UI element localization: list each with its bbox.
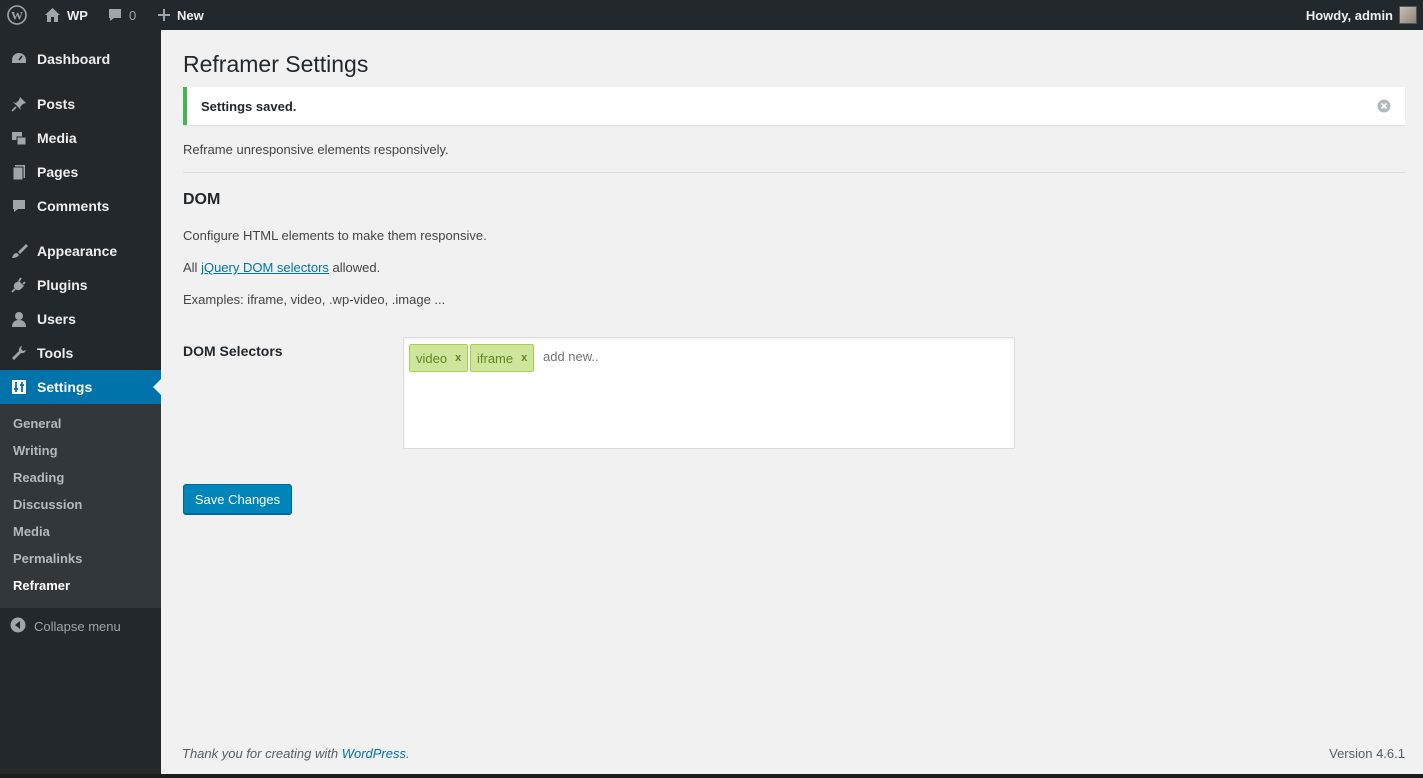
comments-count: 0 xyxy=(129,7,137,23)
menu-appearance[interactable]: Appearance xyxy=(0,234,161,268)
dom-selectors-label: DOM Selectors xyxy=(183,343,283,359)
submenu-permalinks[interactable]: Permalinks xyxy=(13,551,82,566)
dismiss-icon[interactable] xyxy=(1377,99,1391,113)
divider xyxy=(183,172,1405,173)
my-account-link[interactable]: Howdy, admin xyxy=(1306,0,1417,30)
site-name: WP xyxy=(67,7,88,23)
collapse-arrow-icon xyxy=(10,617,26,636)
submenu-media[interactable]: Media xyxy=(13,524,50,539)
plug-icon xyxy=(10,276,28,294)
admin-sidebar: Dashboard Posts Media Pages Comments App… xyxy=(0,30,161,778)
section-title: DOM xyxy=(183,191,221,208)
tag-iframe: iframe x xyxy=(470,344,535,372)
menu-pages[interactable]: Pages xyxy=(0,155,161,189)
submenu-general[interactable]: General xyxy=(13,416,61,431)
tag-remove-icon[interactable]: x xyxy=(455,352,461,364)
home-icon xyxy=(44,7,61,23)
submenu-reading[interactable]: Reading xyxy=(13,470,64,485)
settings-icon xyxy=(10,378,28,396)
media-icon xyxy=(10,129,28,147)
submenu-writing[interactable]: Writing xyxy=(13,443,58,458)
section-description: Configure HTML elements to make them res… xyxy=(183,228,487,243)
footer-thanks: Thank you for creating with WordPress. xyxy=(182,746,410,761)
menu-plugins[interactable]: Plugins xyxy=(0,268,161,302)
comments-link[interactable]: 0 xyxy=(107,0,136,30)
greeting: Howdy, admin xyxy=(1305,7,1393,23)
selectors-note: All jQuery DOM selectors allowed. xyxy=(183,260,381,275)
main-content: Reframer Settings Settings saved. Refram… xyxy=(161,30,1423,774)
plugin-description: Reframe unresponsive elements responsive… xyxy=(183,142,449,157)
menu-media[interactable]: Media xyxy=(0,121,161,155)
plus-icon xyxy=(157,8,171,22)
jquery-selectors-link[interactable]: jQuery DOM selectors xyxy=(201,260,329,275)
wordpress-logo-icon[interactable]: W xyxy=(7,0,27,30)
footer-version: Version 4.6.1 xyxy=(1329,746,1405,761)
submenu-discussion[interactable]: Discussion xyxy=(13,497,82,512)
notice-text: Settings saved. xyxy=(201,99,297,114)
tag-video: video x xyxy=(409,344,469,372)
site-name-link[interactable]: WP xyxy=(44,0,88,30)
menu-tools[interactable]: Tools xyxy=(0,336,161,370)
menu-users[interactable]: Users xyxy=(0,302,161,336)
page-title: Reframer Settings xyxy=(183,51,369,77)
wordpress-link[interactable]: WordPress xyxy=(342,746,406,761)
tag-remove-icon[interactable]: x xyxy=(521,352,527,364)
svg-text:W: W xyxy=(11,9,23,23)
save-changes-button[interactable]: Save Changes xyxy=(183,484,292,514)
menu-posts[interactable]: Posts xyxy=(0,87,161,121)
wrench-icon xyxy=(10,344,28,362)
examples-note: Examples: iframe, video, .wp-video, .ima… xyxy=(183,292,446,307)
menu-settings[interactable]: Settings xyxy=(0,370,161,404)
admin-bar: W WP 0 New Howdy, admin xyxy=(0,0,1423,30)
submenu-reframer[interactable]: Reframer xyxy=(13,578,70,593)
tag-label: iframe xyxy=(477,350,514,366)
tag-label: video xyxy=(416,350,448,366)
pages-icon xyxy=(10,163,28,181)
settings-submenu: General Writing Reading Discussion Media… xyxy=(0,404,161,608)
new-content-link[interactable]: New xyxy=(157,0,204,30)
new-label: New xyxy=(177,7,204,23)
collapse-menu-button[interactable]: Collapse menu xyxy=(10,617,121,636)
avatar xyxy=(1399,6,1417,24)
comment-icon xyxy=(10,197,28,215)
comment-bubble-icon xyxy=(107,7,123,23)
user-icon xyxy=(10,310,28,328)
settings-saved-notice: Settings saved. xyxy=(183,87,1405,125)
brush-icon xyxy=(10,242,28,260)
dom-selectors-tag-input[interactable]: video x iframe x xyxy=(403,337,1015,449)
dashboard-icon xyxy=(10,50,28,68)
menu-comments[interactable]: Comments xyxy=(0,189,161,223)
pin-icon xyxy=(10,95,28,113)
add-tag-input[interactable] xyxy=(543,349,743,364)
menu-dashboard[interactable]: Dashboard xyxy=(0,42,161,76)
window-bottom-edge xyxy=(0,774,1423,778)
collapse-menu-label: Collapse menu xyxy=(34,619,121,634)
